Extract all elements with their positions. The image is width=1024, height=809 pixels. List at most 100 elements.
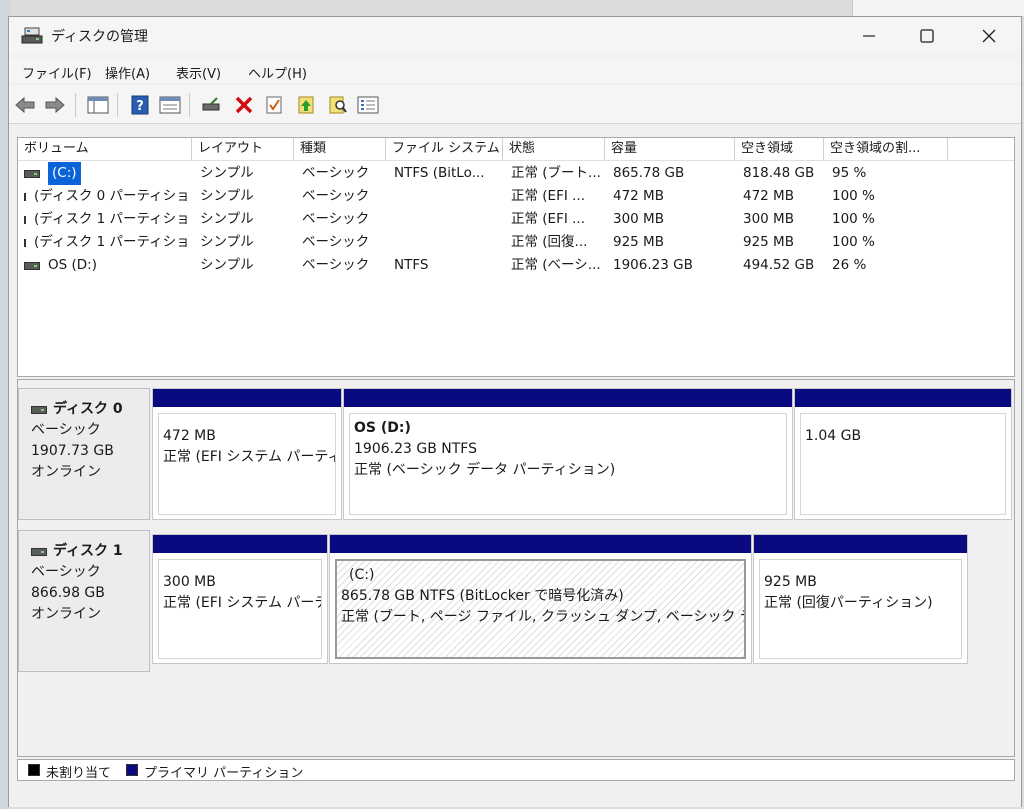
disk-0-type: ベーシック: [31, 422, 101, 438]
back-button[interactable]: [14, 95, 36, 115]
column-header-free-space[interactable]: 空き領域: [735, 138, 824, 160]
partition-status: 正常 (ブート, ページ ファイル, クラッシュ ダンプ, ベーシック データ …: [341, 609, 744, 625]
forward-arrow-icon: [45, 96, 65, 114]
partition-size: 300 MB: [163, 574, 216, 590]
free-percent-cell: 100 %: [832, 234, 875, 250]
volume-name: (ディスク 0 パーティショ...: [34, 188, 190, 204]
capacity-cell: 1906.23 GB: [613, 257, 693, 273]
search-icon: [329, 96, 347, 114]
close-button[interactable]: [959, 17, 1019, 55]
menu-action[interactable]: 操作(A): [105, 63, 150, 82]
properties-button[interactable]: [159, 95, 181, 115]
drive-icon: [31, 405, 47, 414]
legend-label-primary: プライマリ パーティション: [144, 766, 304, 781]
upload-icon: [298, 96, 314, 114]
column-header-type[interactable]: 種類: [294, 138, 386, 160]
connect-drive-button[interactable]: [201, 95, 223, 115]
disk-0-partition-efi[interactable]: 472 MB 正常 (EFI システム パーティション): [152, 388, 342, 520]
list-icon: [357, 96, 379, 114]
delete-button[interactable]: [233, 95, 255, 115]
volume-row[interactable]: (C:) シンプル ベーシック NTFS (BitLo... 正常 (ブート..…: [18, 162, 1014, 185]
menu-help[interactable]: ヘルプ(H): [248, 63, 307, 82]
search-button[interactable]: [327, 95, 349, 115]
menu-file[interactable]: ファイル(F): [22, 63, 92, 82]
list-button[interactable]: [357, 95, 379, 115]
primary-partition-bar: [795, 389, 1011, 407]
background-window-top: [852, 0, 1024, 16]
layout-cell: シンプル: [200, 234, 254, 250]
free-space-cell: 472 MB: [743, 188, 794, 204]
partition-details: 1.04 GB: [800, 413, 1006, 515]
volume-row[interactable]: (ディスク 1 パーティショ... シンプル ベーシック 正常 (回復... 9…: [18, 231, 1014, 254]
svg-text:?: ?: [136, 99, 144, 114]
maximize-icon: [920, 29, 934, 43]
status-cell: 正常 (EFI ...: [511, 188, 585, 204]
type-cell: ベーシック: [302, 188, 370, 204]
disk-1-partition-recovery[interactable]: 925 MB 正常 (回復パーティション): [753, 534, 968, 664]
console-tree-button[interactable]: [87, 95, 109, 115]
volume-cell: OS (D:): [24, 254, 190, 277]
partition-details-selected: (C:) 865.78 GB NTFS (BitLocker で暗号化済み) 正…: [335, 559, 746, 659]
close-icon: [982, 29, 996, 43]
drive-icon: [31, 547, 47, 556]
disk-0-partition-os[interactable]: OS (D:) 1906.23 GB NTFS 正常 (ベーシック データ パー…: [343, 388, 793, 520]
primary-partition-bar: [344, 389, 792, 407]
disk-1-partition-c[interactable]: (C:) 865.78 GB NTFS (BitLocker で暗号化済み) 正…: [329, 534, 752, 664]
delete-icon: [235, 96, 253, 114]
capacity-cell: 300 MB: [613, 211, 664, 227]
help-button[interactable]: ?: [129, 95, 151, 115]
upload-button[interactable]: [295, 95, 317, 115]
filesystem-cell: [394, 208, 501, 231]
volume-row[interactable]: OS (D:) シンプル ベーシック NTFS 正常 (ベーシ... 1906.…: [18, 254, 1014, 277]
volume-row[interactable]: (ディスク 0 パーティショ... シンプル ベーシック 正常 (EFI ...…: [18, 185, 1014, 208]
free-space-cell: 300 MB: [743, 211, 794, 227]
column-header-layout[interactable]: レイアウト: [192, 138, 294, 160]
partition-size: 1.04 GB: [805, 428, 862, 444]
drive-icon: [24, 215, 26, 224]
drive-icon: [24, 169, 40, 178]
disk-0-info[interactable]: ディスク 0 ベーシック 1907.73 GB オンライン: [18, 388, 150, 520]
filesystem-cell: NTFS (BitLo...: [394, 165, 485, 181]
volume-list[interactable]: ボリューム レイアウト 種類 ファイル システム 状態 容量 空き領域 空き領域…: [17, 137, 1015, 377]
type-cell: ベーシック: [302, 257, 370, 273]
partition-size: 1906.23 GB NTFS: [354, 441, 477, 457]
disk-1-info[interactable]: ディスク 1 ベーシック 866.98 GB オンライン: [18, 530, 150, 672]
minimize-icon: [863, 35, 875, 37]
toolbar-separator: [75, 93, 76, 117]
column-header-filesystem[interactable]: ファイル システム: [386, 138, 503, 160]
disk-1-partition-efi[interactable]: 300 MB 正常 (EFI システム パーティション): [152, 534, 328, 664]
column-header-capacity[interactable]: 容量: [605, 138, 735, 160]
layout-cell: シンプル: [200, 165, 254, 181]
legend-swatch-unallocated: [28, 764, 40, 776]
maximize-button[interactable]: [897, 17, 957, 55]
check-icon: [266, 96, 282, 114]
minimize-button[interactable]: [839, 17, 899, 55]
free-space-cell: 818.48 GB: [743, 165, 815, 181]
toolbar-separator: [189, 93, 190, 117]
menu-bar: ファイル(F) 操作(A) 表示(V) ヘルプ(H): [9, 57, 1021, 83]
filesystem-cell: [394, 231, 501, 254]
type-cell: ベーシック: [302, 234, 370, 250]
forward-button[interactable]: [44, 95, 66, 115]
disk-0-partition-unnamed[interactable]: 1.04 GB: [794, 388, 1012, 520]
capacity-cell: 865.78 GB: [613, 165, 685, 181]
menu-view[interactable]: 表示(V): [176, 63, 221, 82]
disk-0-size: 1907.73 GB: [31, 443, 114, 459]
column-header-volume[interactable]: ボリューム: [18, 138, 192, 160]
filesystem-cell: NTFS: [394, 257, 429, 273]
free-percent-cell: 26 %: [832, 257, 867, 273]
partition-details: 925 MB 正常 (回復パーティション): [759, 559, 962, 659]
status-cell: 正常 (ブート...: [511, 165, 601, 181]
volume-name: (ディスク 1 パーティショ...: [34, 211, 190, 227]
disk-management-app-icon: [21, 27, 43, 44]
column-header-status[interactable]: 状態: [503, 138, 605, 160]
primary-partition-bar: [153, 389, 341, 407]
console-tree-icon: [87, 96, 109, 114]
layout-cell: シンプル: [200, 188, 254, 204]
disk-1-type: ベーシック: [31, 564, 101, 580]
volume-name: (ディスク 1 パーティショ...: [34, 234, 190, 250]
check-button[interactable]: [263, 95, 285, 115]
disk-1-row: ディスク 1 ベーシック 866.98 GB オンライン 300 MB 正常 (…: [18, 530, 1016, 672]
column-header-free-percent[interactable]: 空き領域の割...: [824, 138, 948, 160]
volume-row[interactable]: (ディスク 1 パーティショ... シンプル ベーシック 正常 (EFI ...…: [18, 208, 1014, 231]
